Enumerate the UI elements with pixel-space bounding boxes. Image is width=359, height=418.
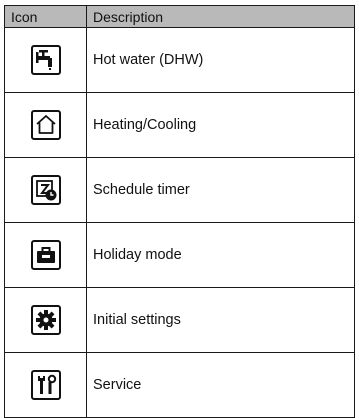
table-row: Hot water (DHW) [4, 27, 355, 93]
description-cell: Initial settings [86, 287, 355, 353]
suitcase-icon [30, 240, 61, 270]
icon-cell [4, 352, 87, 418]
description-cell: Hot water (DHW) [86, 27, 355, 93]
description-cell: Heating/Cooling [86, 92, 355, 158]
description-cell: Schedule timer [86, 157, 355, 223]
table-row: Initial settings [4, 287, 355, 353]
faucet-icon [30, 45, 61, 75]
gear-icon [30, 305, 61, 335]
table-row: Schedule timer [4, 157, 355, 223]
table-header-row: Icon Description [4, 5, 355, 28]
table-row: Service [4, 352, 355, 418]
description-cell: Holiday mode [86, 222, 355, 288]
icon-cell [4, 157, 87, 223]
header-description: Description [86, 5, 355, 28]
description-cell: Service [86, 352, 355, 418]
icon-cell [4, 287, 87, 353]
schedule-timer-icon [30, 175, 61, 205]
icon-cell [4, 222, 87, 288]
wrench-screwdriver-icon [30, 370, 61, 400]
icon-description-table: Icon Description Hot water (DHW) Heating… [4, 5, 355, 418]
icon-cell [4, 92, 87, 158]
house-icon [30, 110, 61, 140]
table-row: Heating/Cooling [4, 92, 355, 158]
icon-cell [4, 27, 87, 93]
header-icon: Icon [4, 5, 87, 28]
table-row: Holiday mode [4, 222, 355, 288]
